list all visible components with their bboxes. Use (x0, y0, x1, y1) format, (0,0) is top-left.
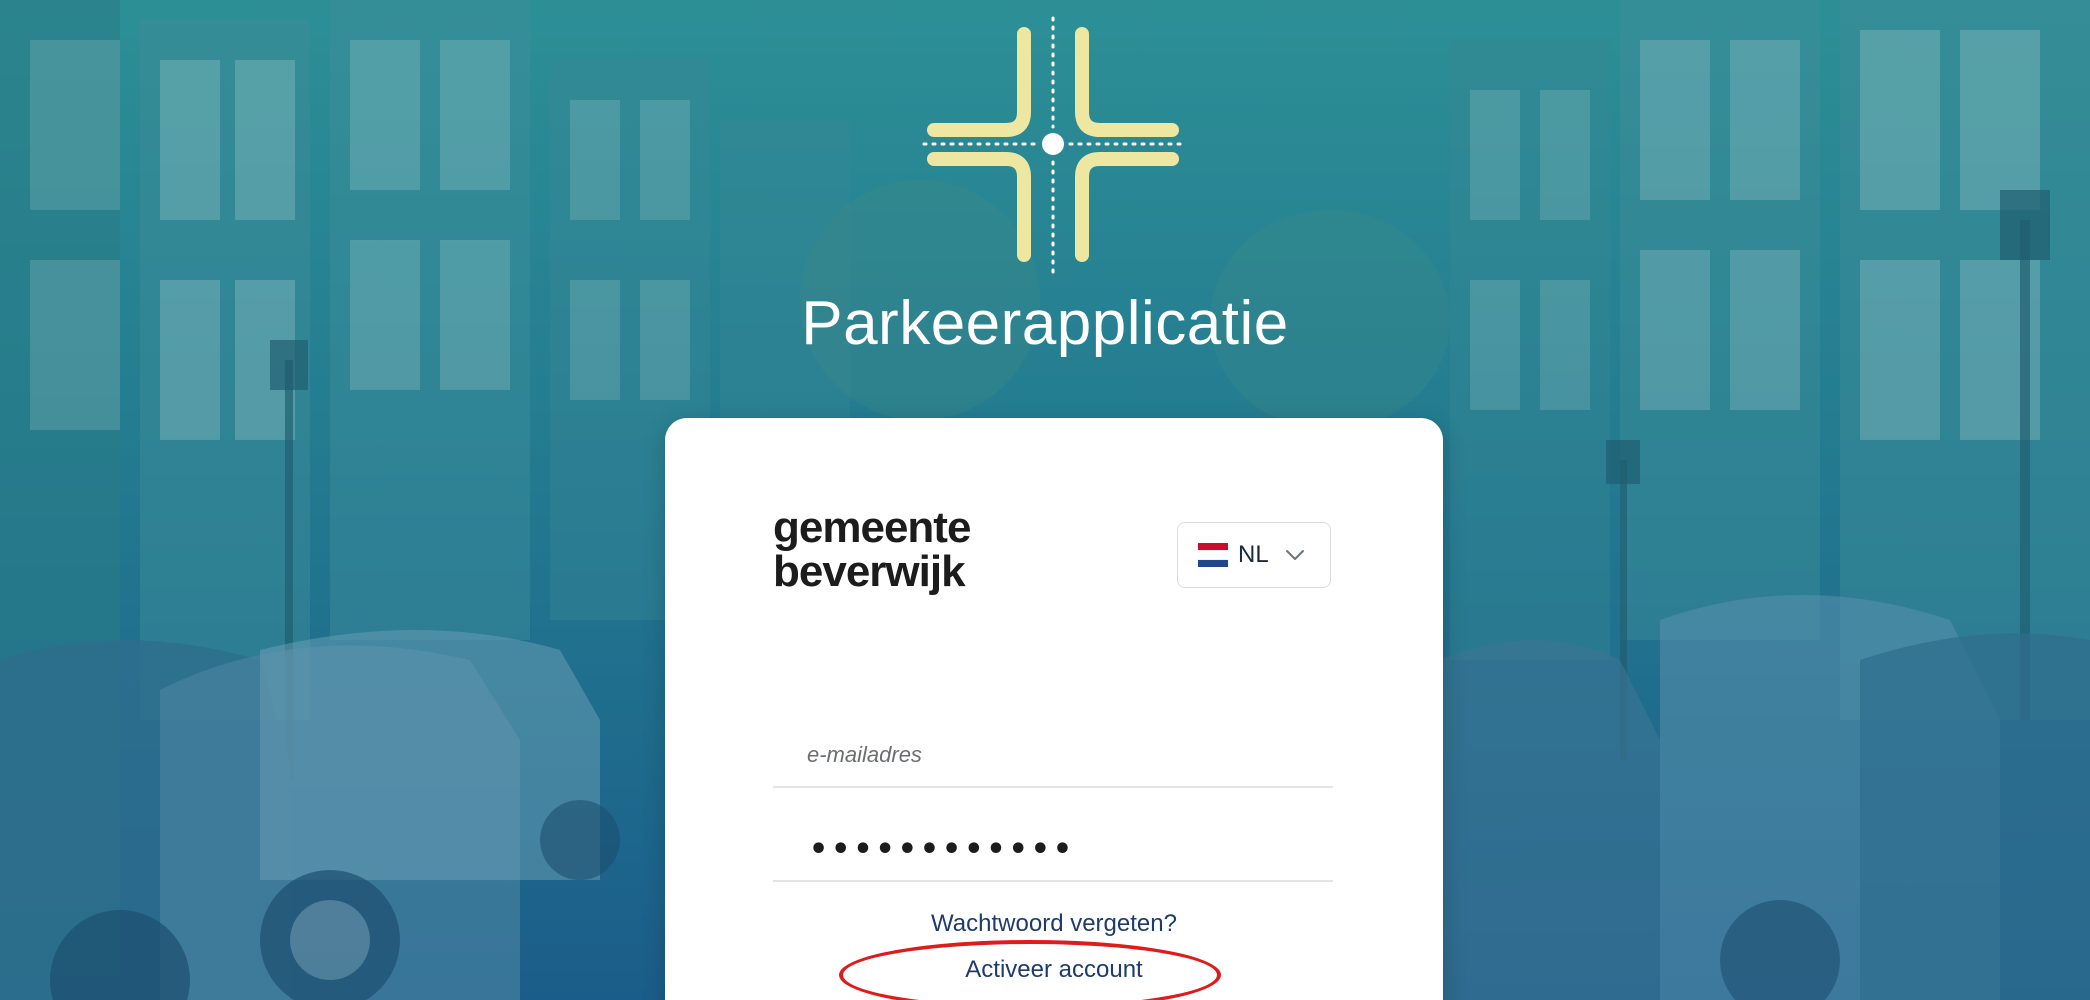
netherlands-flag-icon (1198, 543, 1228, 567)
password-input[interactable] (773, 818, 1333, 880)
language-select[interactable]: NL (1177, 522, 1331, 588)
email-input[interactable] (773, 724, 1333, 786)
municipality-logo: gemeente beverwijk (773, 503, 971, 596)
password-field-container: •••••••••••• (773, 818, 1333, 882)
email-field-container (773, 724, 1333, 788)
login-card: gemeente beverwijk NL •••••••••••• Wacht… (665, 418, 1443, 1000)
forgot-password-link[interactable]: Wachtwoord vergeten? (665, 910, 1443, 938)
municipality-logo-line1: gemeente (773, 503, 971, 552)
language-label: NL (1238, 541, 1269, 568)
municipality-logo-line2: beverwijk (773, 547, 966, 596)
activate-account-link[interactable]: Activeer account (665, 956, 1443, 984)
parkeerapplicatie-logo-icon (922, 16, 1184, 276)
app-title: Parkeerapplicatie (801, 289, 1289, 358)
chevron-down-icon (1285, 550, 1304, 560)
login-page: Parkeerapplicatie gemeente beverwijk NL … (0, 0, 2090, 1000)
